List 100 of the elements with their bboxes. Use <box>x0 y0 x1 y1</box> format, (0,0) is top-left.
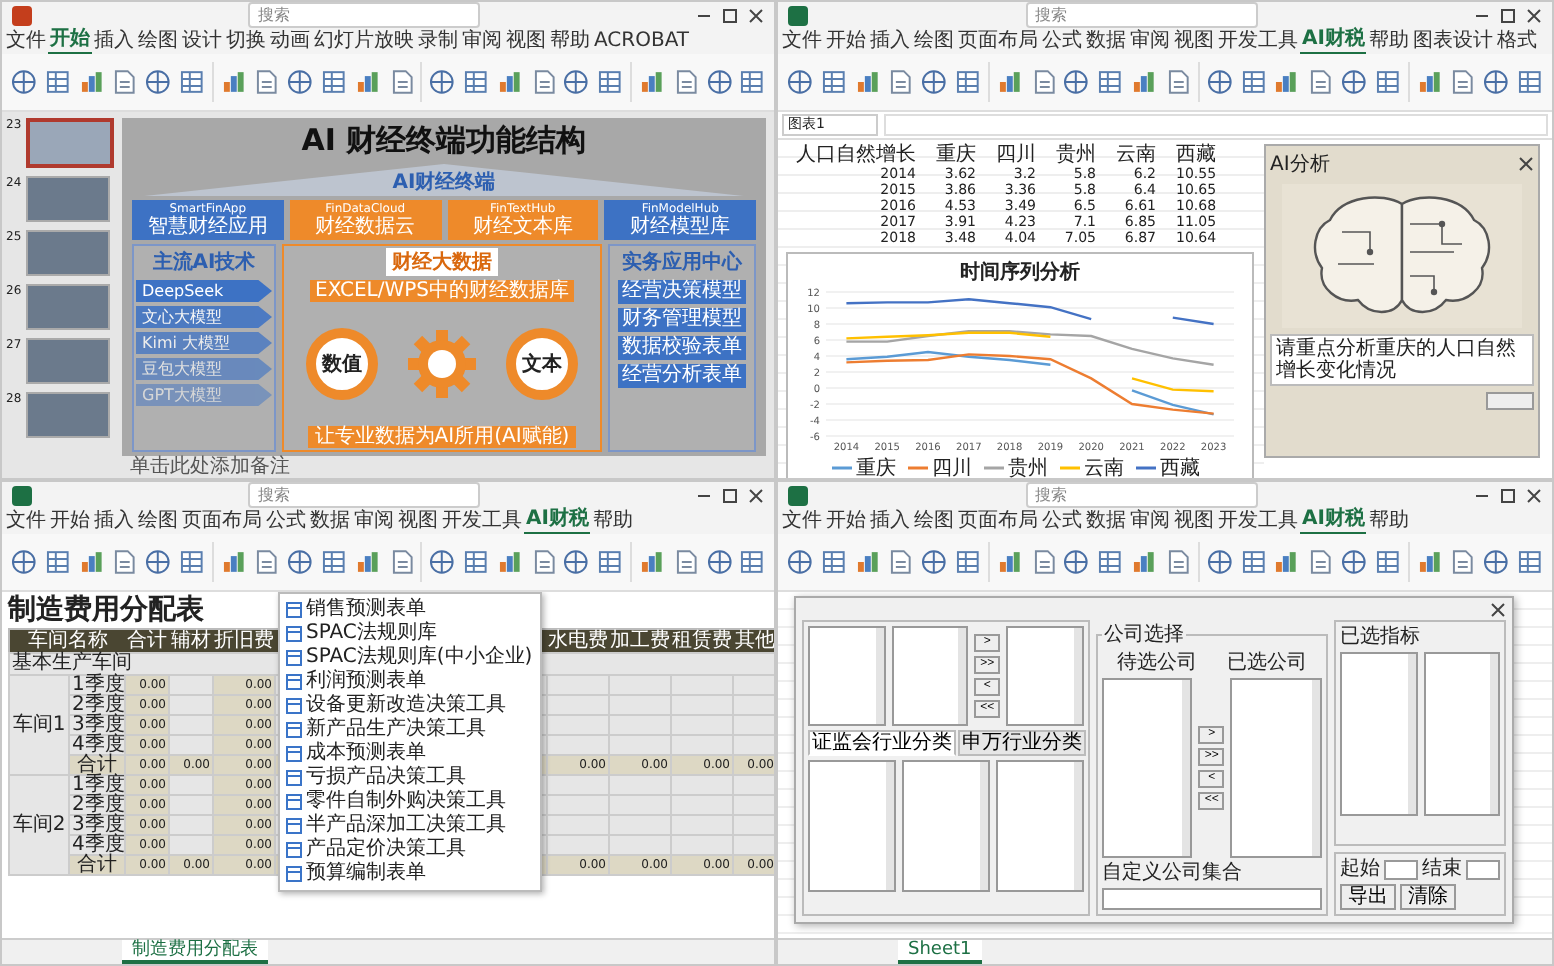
ribbon-tab[interactable]: 录制 <box>416 29 460 53</box>
ribbon-tab[interactable]: ACROBAT <box>592 29 691 53</box>
slide-thumbnail[interactable] <box>26 284 110 330</box>
close-icon[interactable] <box>1526 487 1542 503</box>
ribbon-tab[interactable]: 格式 <box>1494 29 1539 53</box>
sheet-icon[interactable] <box>1373 68 1402 96</box>
bar-chart-icon[interactable] <box>1130 548 1158 576</box>
ribbon-tab[interactable]: 帮助 <box>1366 29 1411 53</box>
ribbon-tab[interactable]: 公式 <box>1040 29 1084 53</box>
sheet-icon[interactable] <box>43 548 72 576</box>
globe-icon[interactable] <box>10 548 38 576</box>
menu-item[interactable]: 销售预测表单 <box>284 598 536 622</box>
document-icon[interactable] <box>1163 68 1192 96</box>
ribbon-tab[interactable]: 审阅 <box>1128 509 1172 533</box>
sheet-icon[interactable] <box>819 548 848 576</box>
search-field[interactable]: 搜索 <box>1025 2 1257 28</box>
ribbon-tab[interactable]: 文件 <box>780 29 824 53</box>
sheet-icon[interactable] <box>462 68 490 96</box>
menu-item[interactable]: 预算编制表单 <box>284 862 536 886</box>
globe-icon[interactable] <box>786 548 814 576</box>
bar-chart-icon[interactable] <box>995 68 1024 96</box>
bar-chart-icon[interactable] <box>353 68 382 96</box>
prompt-field[interactable]: 请重点分析重庆的人口自然增长变化情况 <box>1270 334 1534 386</box>
bar-chart-icon[interactable] <box>1272 548 1301 576</box>
close-icon[interactable] <box>748 7 764 23</box>
globe-icon[interactable] <box>1482 68 1511 96</box>
sheet-icon[interactable] <box>596 548 625 576</box>
list-box[interactable] <box>1006 626 1084 726</box>
ribbon-tab[interactable]: 数据 <box>308 509 352 533</box>
search-field[interactable]: 搜索 <box>248 482 480 508</box>
globe-icon[interactable] <box>1482 548 1511 576</box>
sheet-icon[interactable] <box>596 68 625 96</box>
dropdown[interactable] <box>1466 859 1500 879</box>
sheet-icon[interactable] <box>954 548 982 576</box>
globe-icon[interactable] <box>705 68 733 96</box>
menu-item[interactable]: 成本预测表单 <box>284 742 536 766</box>
globe-icon[interactable] <box>428 68 457 96</box>
globe-icon[interactable] <box>786 68 814 96</box>
bar-chart-icon[interactable] <box>77 68 105 96</box>
globe-icon[interactable] <box>920 68 949 96</box>
slide-thumbnail[interactable] <box>26 338 110 384</box>
document-icon[interactable] <box>1448 548 1477 576</box>
slide-thumbnail[interactable] <box>26 176 110 222</box>
ribbon-tab[interactable]: 帮助 <box>590 509 635 533</box>
ribbon-tab[interactable]: 开发工具 <box>1216 29 1300 53</box>
ribbon-tab[interactable]: 页面布局 <box>180 509 264 533</box>
sheet-icon[interactable] <box>462 548 490 576</box>
maximize-icon[interactable] <box>722 487 738 503</box>
document-icon[interactable] <box>671 548 700 576</box>
ribbon-tab[interactable]: 插入 <box>868 29 912 53</box>
ribbon-tab[interactable]: 数据 <box>1084 509 1128 533</box>
document-icon[interactable] <box>387 548 415 576</box>
document-icon[interactable] <box>529 68 557 96</box>
sheet-icon[interactable] <box>1373 548 1402 576</box>
document-icon[interactable] <box>886 68 915 96</box>
ribbon-tab[interactable]: 插入 <box>868 509 912 533</box>
menu-item[interactable]: 产品定价决策工具 <box>284 838 536 862</box>
ribbon-tab[interactable]: 绘图 <box>136 509 180 533</box>
close-icon[interactable] <box>1518 156 1534 172</box>
bar-chart-icon[interactable] <box>219 548 247 576</box>
document-icon[interactable] <box>1163 548 1192 576</box>
globe-icon[interactable] <box>920 548 949 576</box>
ribbon-tab[interactable]: 帮助 <box>1366 509 1411 533</box>
bar-chart-icon[interactable] <box>495 68 524 96</box>
ribbon-tab[interactable]: 审阅 <box>1128 29 1172 53</box>
ribbon-tab[interactable]: 插入 <box>92 29 136 53</box>
ribbon-tab[interactable]: 审阅 <box>460 29 504 53</box>
sheet-icon[interactable] <box>43 68 72 96</box>
ribbon-tab[interactable]: 开始 <box>824 509 868 533</box>
globe-icon[interactable] <box>1062 68 1091 96</box>
ribbon-tab[interactable]: 视图 <box>1172 509 1216 533</box>
document-icon[interactable] <box>110 548 139 576</box>
maximize-icon[interactable] <box>722 7 738 23</box>
list-box[interactable] <box>1101 678 1193 858</box>
sheet-tab[interactable]: 制造费用分配表 <box>122 940 268 964</box>
slide-thumbnail[interactable] <box>26 392 110 438</box>
document-icon[interactable] <box>1029 548 1057 576</box>
bar-chart-icon[interactable] <box>1415 68 1443 96</box>
sheet-icon[interactable] <box>954 68 982 96</box>
ribbon-tab[interactable]: 页面布局 <box>956 29 1040 53</box>
document-icon[interactable] <box>110 68 139 96</box>
bar-chart-icon[interactable] <box>995 548 1024 576</box>
bar-chart-icon[interactable] <box>638 68 666 96</box>
globe-icon[interactable] <box>428 548 457 576</box>
sheet-icon[interactable] <box>738 68 767 96</box>
bar-chart-icon[interactable] <box>638 548 666 576</box>
globe-icon[interactable] <box>1339 68 1368 96</box>
sheet-icon[interactable] <box>1096 548 1125 576</box>
sheet-tab[interactable]: Sheet1 <box>898 940 982 964</box>
ribbon-tab[interactable]: 数据 <box>1084 29 1128 53</box>
ribbon-tab[interactable]: 视图 <box>1172 29 1216 53</box>
ribbon-tab[interactable]: 审阅 <box>352 509 396 533</box>
input-field[interactable] <box>1101 888 1322 910</box>
ribbon-tab[interactable]: 插入 <box>92 509 136 533</box>
close-icon[interactable] <box>1526 7 1542 23</box>
globe-icon[interactable] <box>1205 548 1234 576</box>
ribbon-tab[interactable]: 文件 <box>780 509 824 533</box>
globe-icon[interactable] <box>1205 68 1234 96</box>
ribbon-tab[interactable]: 切换 <box>224 29 268 53</box>
dropdown[interactable] <box>1384 859 1418 879</box>
